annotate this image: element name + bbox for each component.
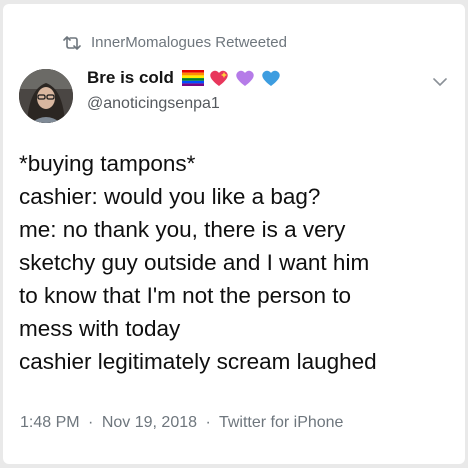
avatar-photo [19, 69, 73, 123]
author-name: Bre is cold [87, 68, 174, 87]
purple-heart-icon [236, 70, 254, 86]
tweet-time[interactable]: 1:48 PM [20, 414, 80, 431]
tweet-line: cashier legitimately scream laughed [19, 349, 377, 374]
tweet-line: me: no thank you, there is a very [19, 217, 346, 242]
tweet-text: *buying tampons* cashier: would you like… [19, 147, 464, 378]
meta-separator: · [88, 414, 94, 431]
tweet-date[interactable]: Nov 19, 2018 [102, 414, 197, 431]
retweet-icon [63, 35, 81, 50]
author-handle[interactable]: @anoticingsenpa1 [87, 95, 220, 113]
tweet-line: cashier: would you like a bag? [19, 184, 321, 209]
chevron-down-icon[interactable] [433, 78, 447, 87]
retweet-context[interactable]: InnerMomalogues Retweeted [63, 34, 287, 51]
meta-separator: · [205, 414, 211, 431]
tweet-meta: 1:48 PM · Nov 19, 2018 · Twitter for iPh… [20, 414, 343, 432]
tweet-card: InnerMomalogues Retweeted Bre is cold @a… [3, 4, 465, 464]
blue-heart-icon [262, 70, 280, 86]
tweet-line: *buying tampons* [19, 151, 196, 176]
author-name-row[interactable]: Bre is cold [87, 68, 282, 88]
name-emojis [181, 68, 282, 88]
tweet-source[interactable]: Twitter for iPhone [219, 414, 344, 431]
retweet-text: InnerMomalogues Retweeted [91, 34, 287, 51]
avatar[interactable] [19, 69, 73, 123]
tweet-line: to know that I'm not the person to [19, 283, 351, 308]
rainbow-flag-icon [181, 70, 204, 86]
tweet-line: mess with today [19, 316, 181, 341]
tweet-line: sketchy guy outside and I want him [19, 250, 370, 275]
sparkling-heart-icon [210, 70, 228, 86]
